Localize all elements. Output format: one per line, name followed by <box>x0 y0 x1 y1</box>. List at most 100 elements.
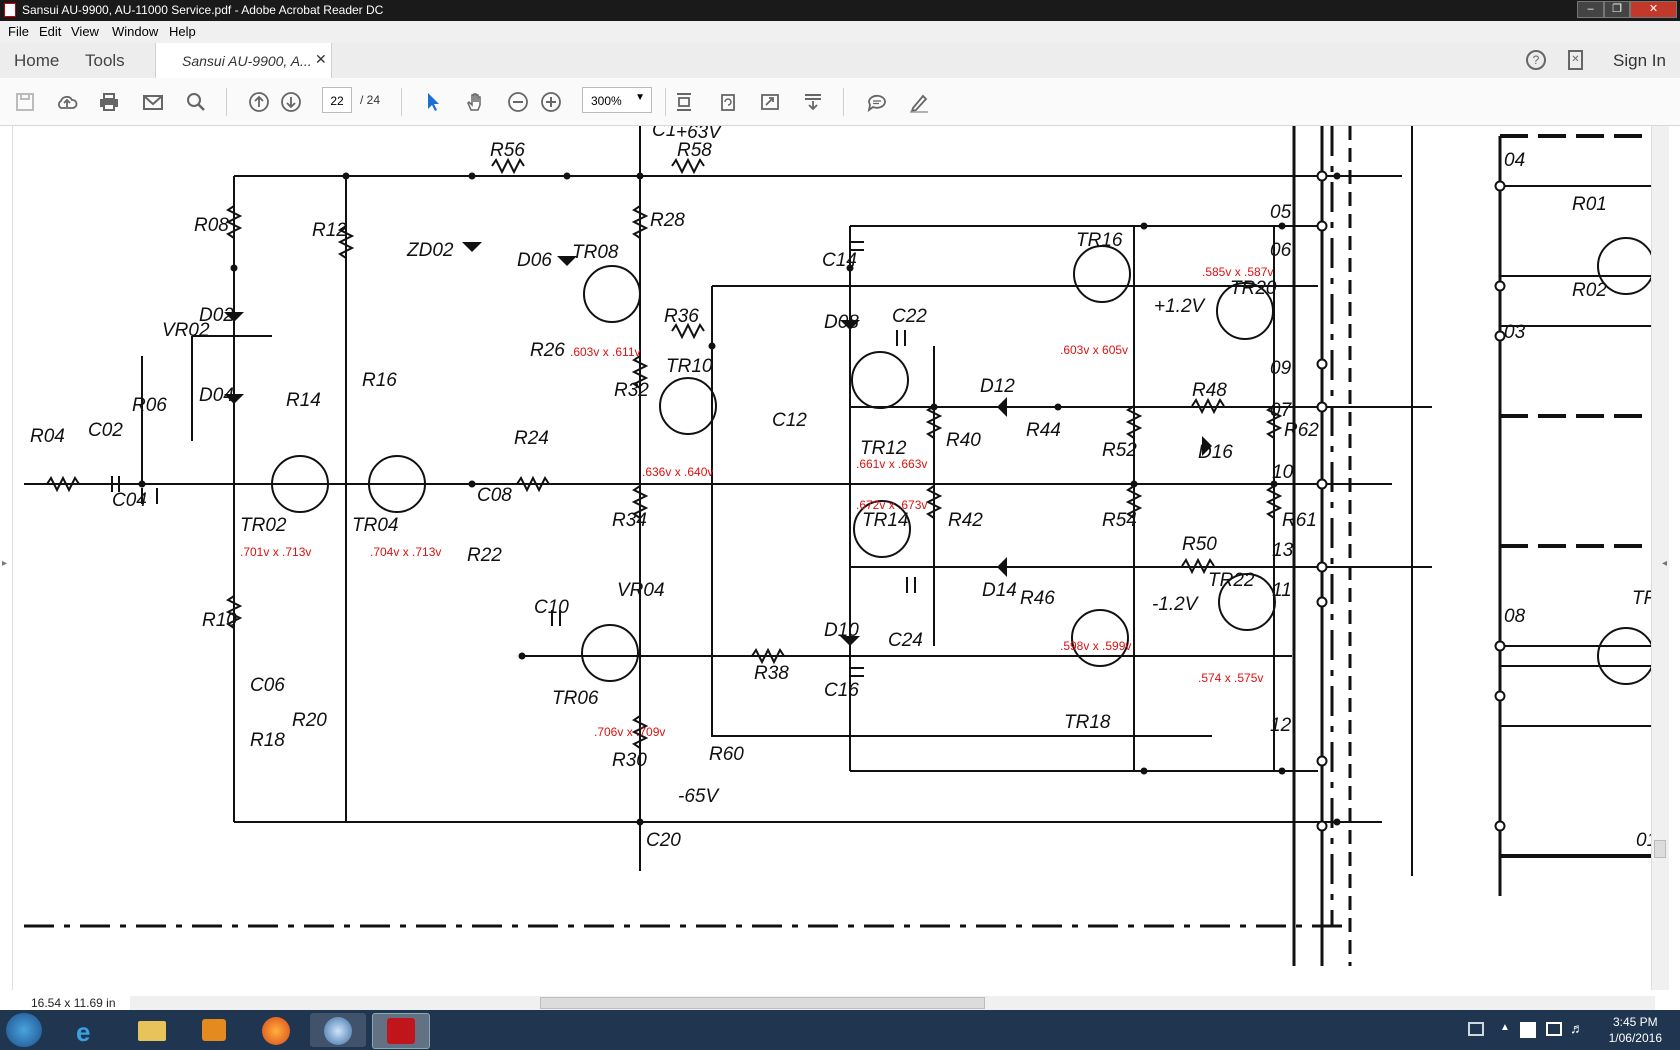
close-tab-icon[interactable]: ✕ <box>315 51 327 68</box>
expand-right-panel-icon[interactable]: ◂ <box>1662 558 1667 569</box>
voltage-annotation: .603v x 605v <box>1060 343 1128 357</box>
schematic-label: R48 <box>1192 380 1227 401</box>
schematic-label: R24 <box>514 428 549 449</box>
home-tab[interactable]: Home <box>14 51 59 71</box>
select-tool-icon[interactable] <box>421 90 445 114</box>
document-view[interactable]: ▸ R04 C02 C04 R06 VR02 R08 D02 D04 R10 R… <box>0 126 1680 990</box>
schematic-label: D08 <box>824 312 859 333</box>
email-icon[interactable] <box>141 90 165 114</box>
zoom-level-select[interactable]: 300% ▼ <box>582 87 652 113</box>
maximize-button[interactable]: ❐ <box>1604 1 1630 18</box>
schematic-label: 03 <box>1504 322 1526 343</box>
schematic-label: R52 <box>1102 440 1137 461</box>
voltage-annotation: .603v x .611v <box>570 345 641 359</box>
menu-file[interactable]: File <box>8 24 29 39</box>
mobile-link-icon[interactable]: ✕ <box>1568 50 1583 70</box>
action-center-icon[interactable] <box>1546 1022 1562 1036</box>
schematic-label: TR14 <box>862 510 908 531</box>
thunderbird-icon[interactable] <box>310 1013 366 1047</box>
schematic-label: R44 <box>1026 420 1061 441</box>
schematic-label: 13 <box>1272 540 1294 561</box>
schematic-label: R01 <box>1572 194 1607 215</box>
schematic-label: R08 <box>194 215 229 236</box>
schematic-label: TR08 <box>572 242 619 263</box>
windows-flag-icon[interactable] <box>1520 1022 1536 1038</box>
schematic-label: D14 <box>982 580 1017 601</box>
firefox-icon[interactable] <box>248 1013 304 1047</box>
help-icon[interactable]: ? <box>1526 50 1546 70</box>
internet-explorer-icon[interactable]: e <box>62 1013 118 1047</box>
rotate-page-icon[interactable] <box>716 90 740 114</box>
menu-help[interactable]: Help <box>169 24 196 39</box>
schematic-label: R16 <box>362 370 397 391</box>
scroll-mode-icon[interactable] <box>672 90 696 114</box>
voltage-annotation: .574 x .575v <box>1198 671 1263 685</box>
next-page-icon[interactable] <box>279 90 303 114</box>
schematic-label: TR22 <box>1208 570 1255 591</box>
expand-left-panel-icon[interactable]: ▸ <box>2 558 7 569</box>
toolbar-separator <box>665 88 666 116</box>
zoom-in-icon[interactable] <box>539 90 563 114</box>
page-number-input[interactable]: 22 <box>322 87 352 113</box>
fit-page-icon[interactable] <box>758 90 782 114</box>
schematic-label: C24 <box>888 630 923 651</box>
schematic-label: TR18 <box>1064 712 1111 733</box>
menu-window[interactable]: Window <box>112 24 158 39</box>
previous-page-icon[interactable] <box>247 90 271 114</box>
schematic-label: C04 <box>112 490 147 511</box>
hand-tool-icon[interactable] <box>463 90 487 114</box>
network-tray-icon[interactable] <box>1468 1022 1484 1036</box>
schematic-label: TR16 <box>1076 230 1123 251</box>
schematic-label: 10 <box>1272 462 1294 483</box>
schematic-label: TR <box>1632 588 1652 609</box>
schematic-label: 12 <box>1270 715 1292 736</box>
read-mode-icon[interactable] <box>801 90 825 114</box>
schematic-label: R40 <box>946 430 981 451</box>
volume-icon[interactable]: ♬ <box>1570 1020 1584 1036</box>
tools-tab[interactable]: Tools <box>85 51 125 71</box>
clock-time: 3:45 PM <box>1612 1015 1658 1029</box>
sign-in-link[interactable]: Sign In <box>1613 51 1666 71</box>
schematic-label: TR02 <box>240 515 287 536</box>
schematic-label: R28 <box>650 210 685 231</box>
print-icon[interactable] <box>97 90 121 114</box>
schematic-label: R30 <box>612 750 647 771</box>
schematic-label: C06 <box>250 675 285 696</box>
voltage-annotation: .598v x .599v <box>1060 639 1131 653</box>
minimize-button[interactable]: – <box>1577 1 1604 18</box>
show-hidden-icons-icon[interactable]: ▲ <box>1500 1022 1510 1033</box>
system-clock[interactable]: 3:45 PM 1/06/2016 <box>1609 1014 1662 1046</box>
media-player-icon[interactable] <box>186 1013 242 1047</box>
schematic-label: C20 <box>646 830 681 851</box>
file-explorer-icon[interactable] <box>124 1013 180 1047</box>
menu-view[interactable]: View <box>71 24 99 39</box>
schematic-label: R32 <box>614 380 649 401</box>
upload-icon[interactable] <box>55 90 79 114</box>
close-window-button[interactable]: ✕ <box>1630 1 1677 18</box>
comment-icon[interactable] <box>865 90 889 114</box>
schematic-label: ZD02 <box>406 240 454 261</box>
save-icon[interactable] <box>13 90 37 114</box>
zoom-out-icon[interactable] <box>506 90 530 114</box>
highlight-pen-icon[interactable] <box>907 90 931 114</box>
horizontal-scroll-thumb[interactable] <box>540 997 985 1009</box>
menu-edit[interactable]: Edit <box>39 24 61 39</box>
schematic-label: R22 <box>467 545 502 566</box>
acrobat-reader-taskbar-icon[interactable] <box>372 1013 430 1049</box>
toolbar-separator <box>226 88 227 116</box>
document-tab-label: Sansui AU-9900, A... <box>182 53 312 69</box>
schematic-label: D16 <box>1198 442 1233 463</box>
horizontal-scrollbar[interactable] <box>130 996 1655 1010</box>
search-icon[interactable] <box>184 90 208 114</box>
document-tab[interactable]: Sansui AU-9900, A... ✕ <box>155 43 332 79</box>
vertical-scroll-thumb[interactable] <box>1654 840 1666 858</box>
start-button-icon[interactable] <box>6 1013 42 1047</box>
clock-date: 1/06/2016 <box>1608 1031 1662 1045</box>
schematic-label: 05 <box>1270 202 1292 223</box>
schematic-label: TR20 <box>1230 278 1277 299</box>
schematic-label: R60 <box>709 744 744 765</box>
voltage-annotation: .701v x .713v <box>240 545 311 559</box>
schematic-label: C12 <box>772 410 807 431</box>
voltage-annotation: .706v x .709v <box>594 725 665 739</box>
voltage-annotation: .672v x .673v <box>856 498 927 512</box>
